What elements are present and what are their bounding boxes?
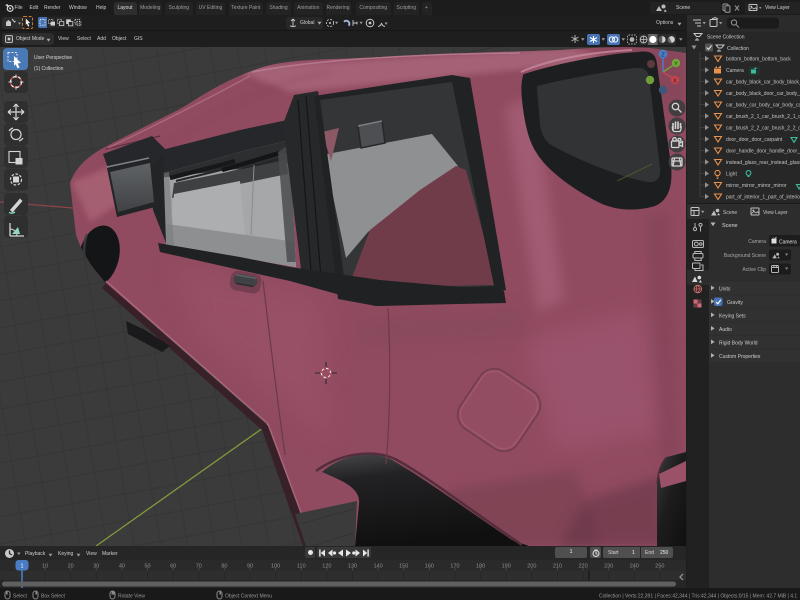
svg-text:Collection: Collection [727, 46, 749, 52]
svg-text:Background Scene: Background Scene [724, 253, 766, 259]
svg-text:Box Select: Box Select [41, 594, 66, 600]
svg-text:Custom Properties: Custom Properties [719, 354, 761, 360]
svg-text:car_brush_2_2_car_brush_2_2_ca: car_brush_2_2_car_brush_2_2_car [726, 126, 800, 132]
svg-text:Scene Collection: Scene Collection [707, 35, 745, 41]
svg-text:Keying Sets: Keying Sets [719, 314, 746, 320]
svg-text:Y: Y [674, 62, 678, 68]
svg-text:X: X [673, 79, 677, 85]
svg-text:car_body_black_door_car_body_b: car_body_black_door_car_body_bl [726, 91, 800, 97]
svg-text:instead_glass_rear_instead_gla: instead_glass_rear_instead_glass_ [726, 160, 800, 166]
svg-text:car_body_car_body_car_body_car: car_body_car_body_car_body_carp [726, 103, 800, 109]
svg-text:bottom_bottom_bottom_back: bottom_bottom_bottom_back [726, 57, 791, 63]
svg-text:door_handle_door_handle_door_h: door_handle_door_handle_door_ha [726, 149, 800, 155]
svg-text:Object Context Menu: Object Context Menu [225, 594, 272, 600]
svg-text:Audio: Audio [719, 327, 732, 333]
svg-text:Gravity: Gravity [727, 300, 743, 306]
svg-text:Light: Light [726, 172, 737, 178]
svg-text:(1) Collection: (1) Collection [34, 66, 64, 72]
svg-text:1: 1 [20, 564, 23, 570]
svg-text:Rotate View: Rotate View [118, 594, 145, 600]
svg-text:Camera: Camera [779, 240, 797, 246]
svg-text:Camera: Camera [726, 68, 744, 74]
svg-text:View Layer: View Layer [763, 210, 788, 216]
svg-text:Collection | Verts:22,391 | Fa: Collection | Verts:22,391 | Faces:42,344… [599, 594, 797, 600]
svg-text:car_body_black_car_body_black_: car_body_black_car_body_black_c [726, 80, 800, 86]
svg-text:Scene: Scene [722, 223, 738, 229]
svg-text:Units: Units [719, 287, 731, 293]
svg-text:part_of_interior_1_part_of_int: part_of_interior_1_part_of_interior [726, 195, 800, 201]
svg-text:door_door_door_carpaint: door_door_door_carpaint [726, 137, 783, 143]
svg-text:Active Clip: Active Clip [742, 267, 766, 273]
svg-text:Camera: Camera [748, 239, 766, 245]
svg-text:mirror_mirror_mirror_mirror: mirror_mirror_mirror_mirror [726, 183, 787, 189]
svg-text:Rigid Body World: Rigid Body World [719, 341, 758, 347]
svg-text:Select: Select [13, 594, 28, 600]
svg-text:Scene: Scene [723, 210, 737, 216]
svg-text:User Perspective: User Perspective [34, 55, 72, 61]
svg-text:car_brush_2_1_car_brush_2_1_ca: car_brush_2_1_car_brush_2_1_car [726, 114, 800, 120]
